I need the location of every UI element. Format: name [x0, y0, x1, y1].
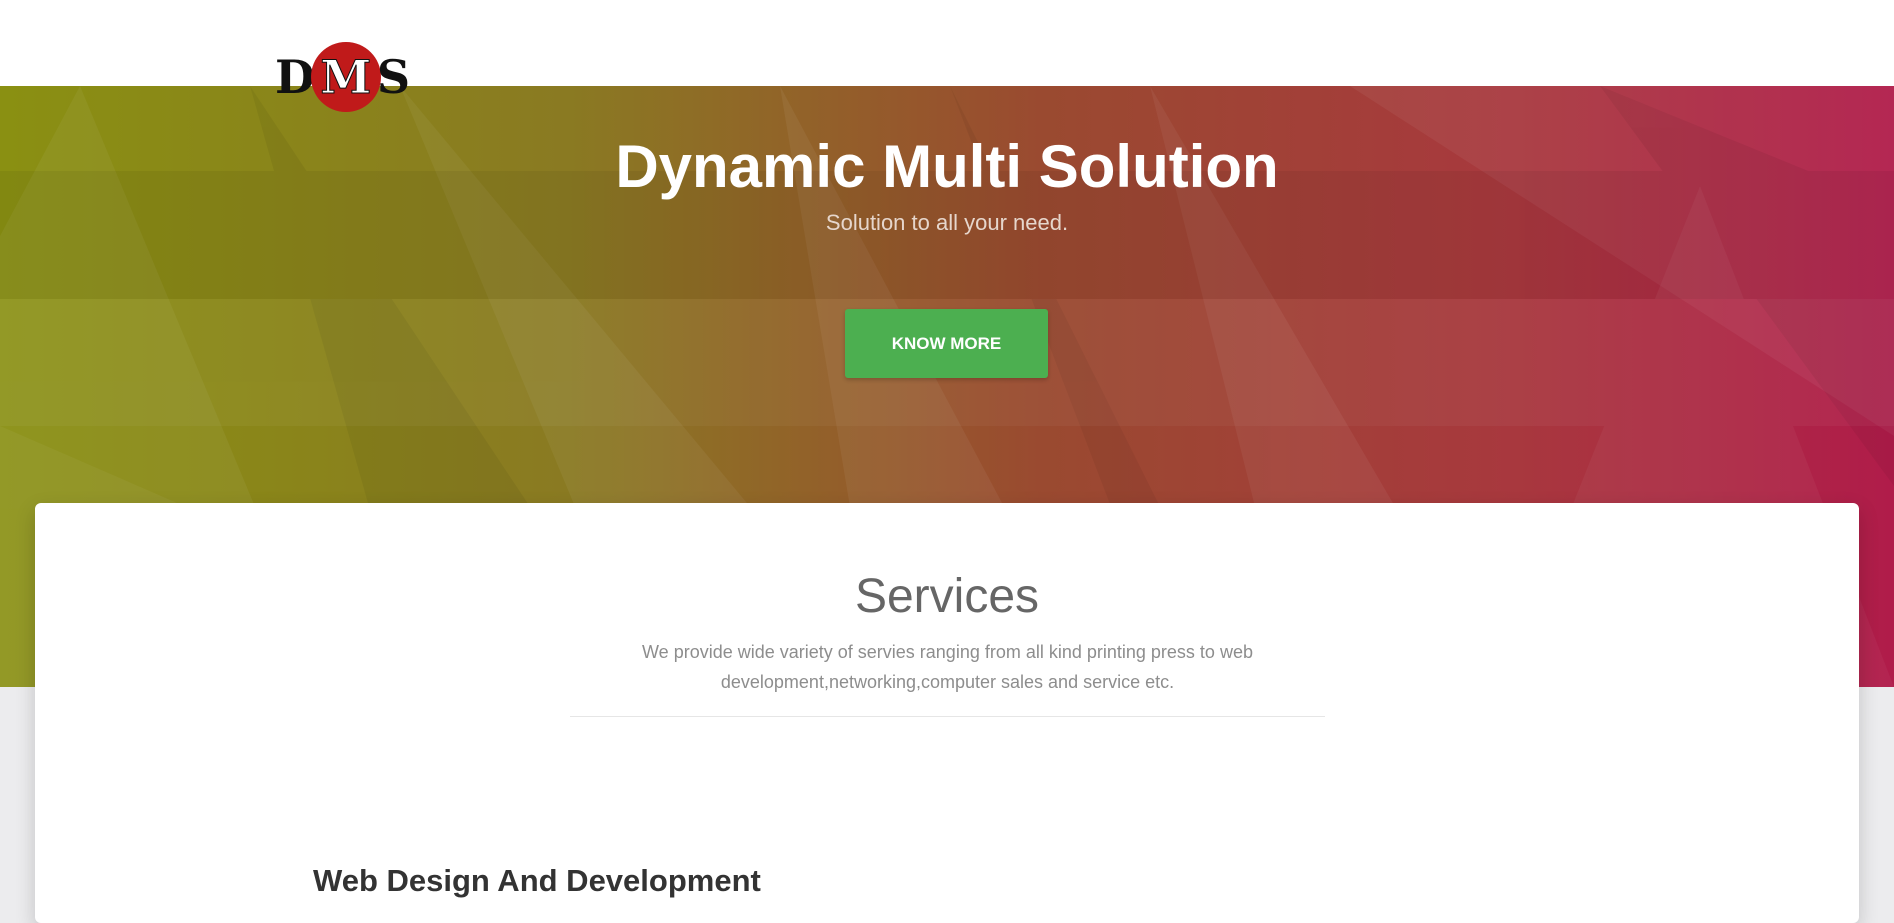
services-card: Services We provide wide variety of serv…: [35, 503, 1859, 923]
know-more-button[interactable]: KNOW MORE: [845, 309, 1048, 378]
brand-logo[interactable]: D M S: [275, 42, 425, 112]
logo-letter-d: D: [275, 50, 315, 104]
services-heading: Services: [854, 570, 1040, 623]
top-navbar: D M S: [0, 0, 1894, 112]
logo-letter-s: S: [376, 50, 411, 104]
services-description: We provide wide variety of servies rangi…: [642, 642, 1253, 692]
logo-letter-m: M: [320, 50, 372, 104]
service-title-web-design: Web Design And Development: [313, 863, 761, 898]
hero-subtitle: Solution to all your need.: [825, 210, 1069, 235]
logo-circle: M: [310, 42, 381, 112]
hero-title: Dynamic Multi Solution: [615, 133, 1279, 200]
section-divider: [570, 716, 1325, 717]
